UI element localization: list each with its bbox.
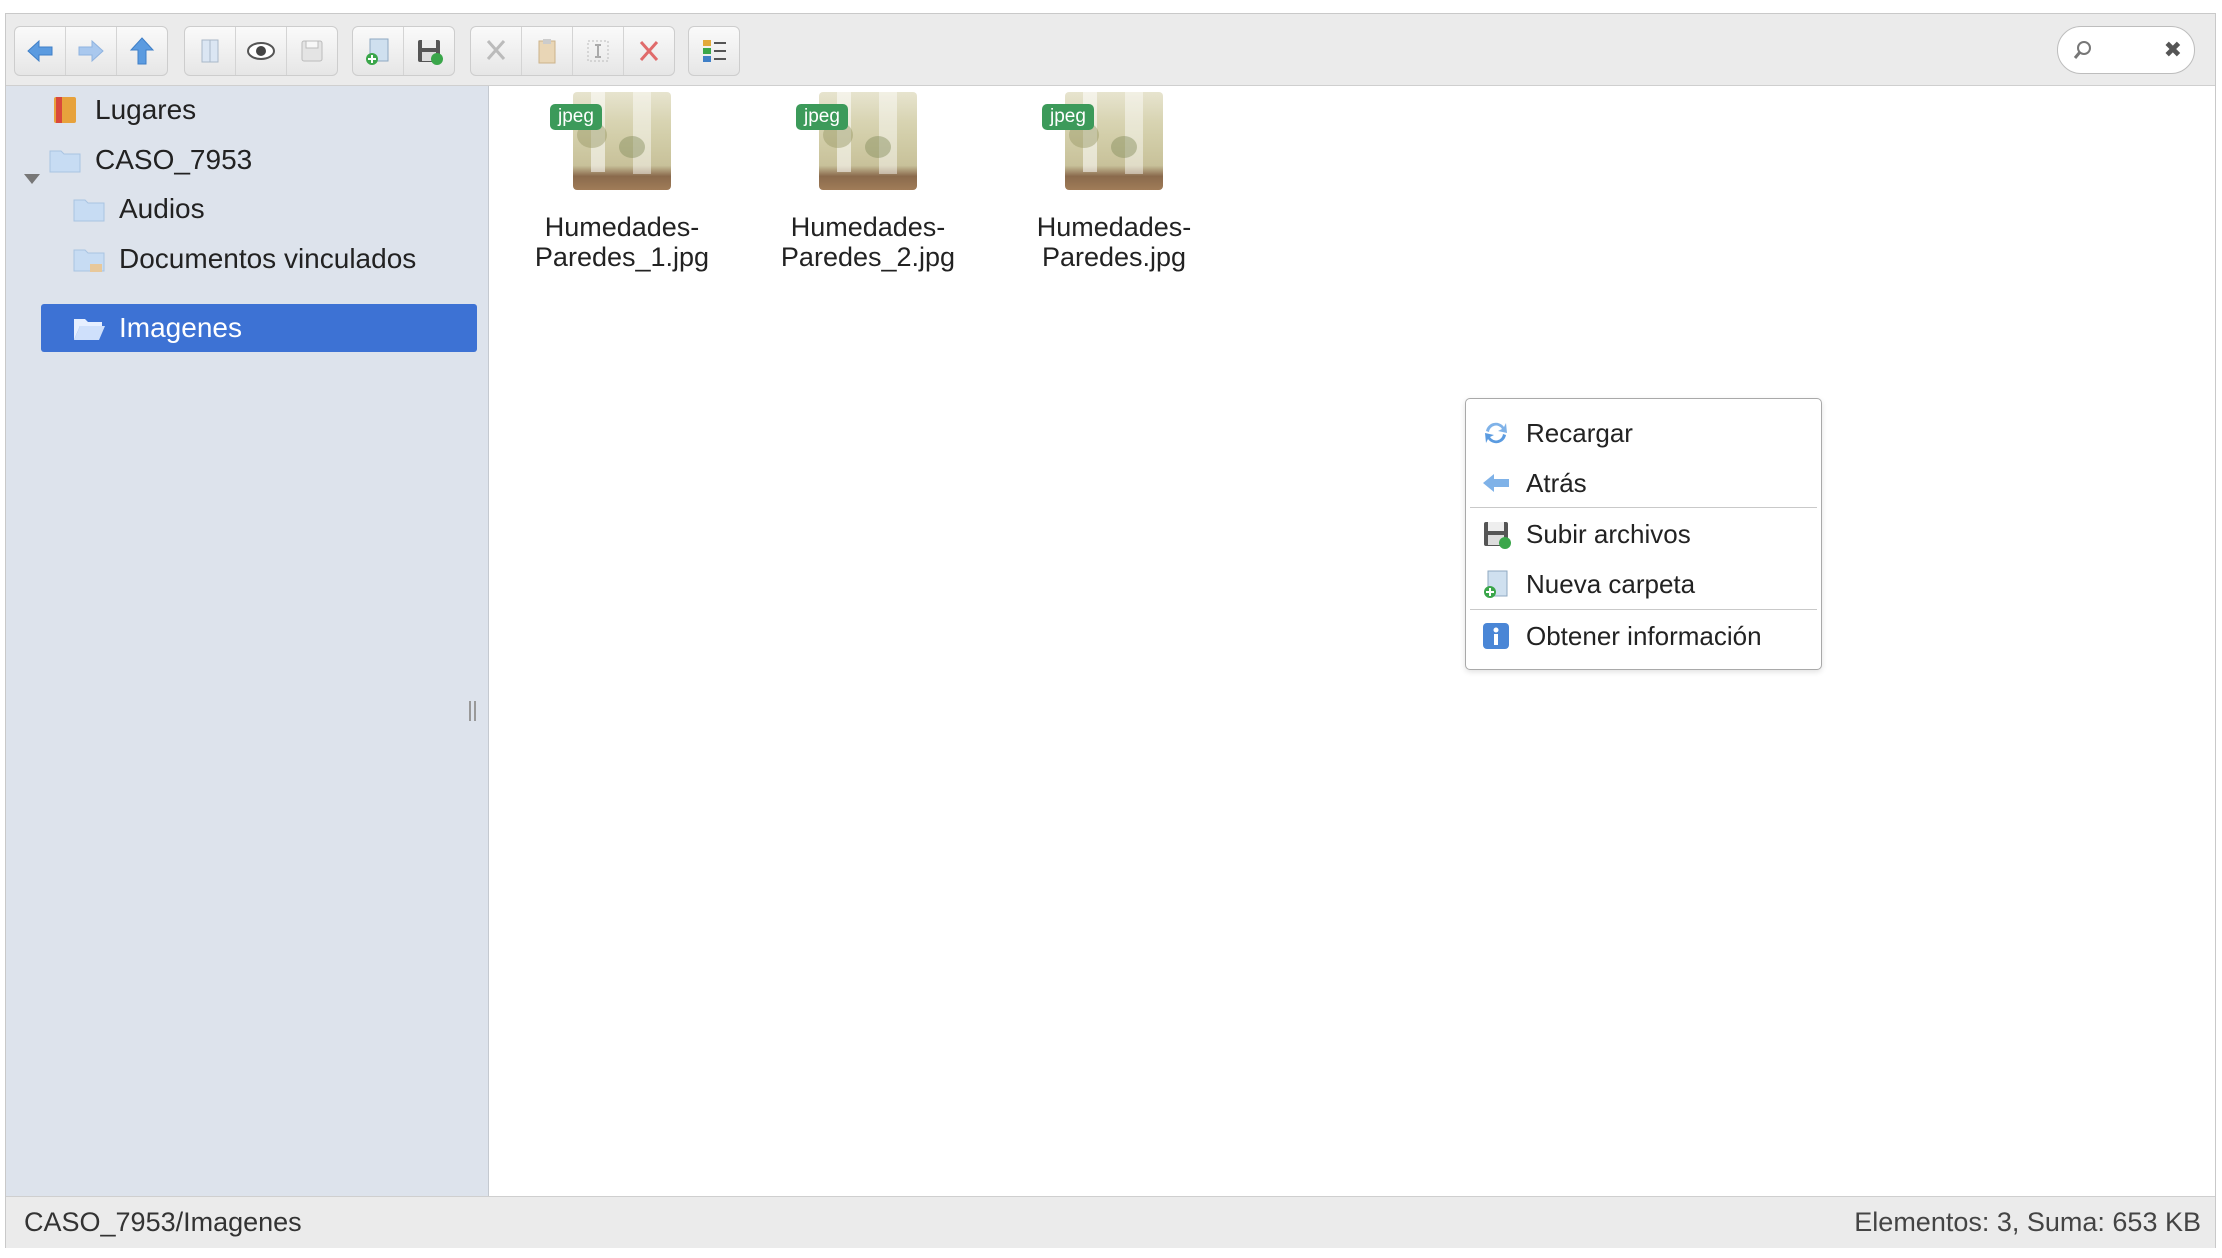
new-folder-button[interactable] (353, 27, 404, 75)
sidebar-item-caso-7953[interactable]: CASO_7953 (48, 136, 252, 184)
current-path: CASO_7953/Imagenes (24, 1207, 302, 1237)
file-name: Humedades- Paredes.jpg (1036, 212, 1192, 272)
paste-icon (538, 39, 556, 64)
menu-separator (1470, 609, 1817, 610)
file-name: Humedades- Paredes_2.jpg (780, 212, 956, 272)
sidebar-item-lugares[interactable]: Lugares (48, 86, 196, 134)
expand-caret-icon[interactable] (24, 174, 40, 184)
delete-icon (639, 41, 659, 61)
download-icon (301, 40, 323, 62)
sidebar-item-audios[interactable]: Audios (72, 185, 205, 233)
paste-button[interactable] (522, 27, 573, 75)
file-grid: jpeg Humedades- Paredes_1.jpg jpeg Humed… (489, 86, 2215, 1196)
open-icon (201, 39, 219, 63)
items-summary: Elementos: 3, Suma: 653 KB (1854, 1207, 2201, 1237)
open-folder-icon (74, 319, 105, 340)
sidebar-item-label: Imagenes (119, 312, 242, 343)
forward-button[interactable] (66, 27, 117, 75)
search-icon (2073, 41, 2091, 59)
upload-button[interactable] (404, 27, 454, 75)
upload-icon (1484, 522, 1511, 549)
file-item[interactable]: jpeg Humedades- Paredes.jpg (1004, 92, 1224, 272)
linked-folder-icon (73, 249, 105, 272)
menu-item-nueva-carpeta[interactable]: Nueva carpeta (1480, 562, 1810, 606)
delete-button[interactable] (624, 27, 674, 75)
file-name: Humedades- Paredes_1.jpg (534, 212, 710, 272)
new-folder-icon (1484, 570, 1508, 598)
clear-search-icon[interactable]: ✖ (2164, 37, 2182, 63)
sidebar-tree: Lugares CASO_7953 Audios Documentos vinc… (6, 86, 489, 1196)
rename-button[interactable] (573, 27, 624, 75)
sidebar-item-label: Lugares (95, 94, 197, 125)
list-view-icon (703, 40, 726, 62)
sidebar-item-label: Documentos vinculados (119, 243, 417, 274)
back-button[interactable] (15, 27, 66, 75)
file-item[interactable]: jpeg Humedades- Paredes_1.jpg (512, 92, 732, 272)
preview-button[interactable] (236, 27, 287, 75)
create-group (352, 26, 455, 76)
file-type-badge: jpeg (1042, 104, 1094, 130)
menu-separator (1470, 507, 1817, 508)
resize-handle[interactable] (469, 701, 476, 721)
menu-item-obtener-informacion[interactable]: Obtener información (1480, 614, 1810, 658)
reload-icon (1485, 422, 1507, 444)
menu-item-atras[interactable]: Atrás (1480, 461, 1810, 505)
cut-button[interactable] (471, 27, 522, 75)
file-type-badge: jpeg (550, 104, 602, 130)
upload-icon (418, 40, 443, 65)
sidebar-item-documentos-vinculados[interactable]: Documentos vinculados (72, 235, 416, 283)
open-button[interactable] (185, 27, 236, 75)
view-mode-button[interactable] (689, 27, 739, 75)
search-input[interactable]: ✖ (2057, 26, 2195, 74)
preview-eye-icon (247, 42, 275, 60)
download-button[interactable] (287, 27, 337, 75)
up-button[interactable] (117, 27, 167, 75)
file-manager-window: ✖ Lugares CASO_7953 Audios Documentos vi… (5, 13, 2216, 1248)
sidebar-item-label: Audios (119, 193, 205, 224)
file-type-badge: jpeg (796, 104, 848, 130)
info-icon (1483, 623, 1509, 649)
cut-icon (486, 40, 506, 60)
file-item[interactable]: jpeg Humedades- Paredes_2.jpg (758, 92, 978, 272)
sidebar-item-label: CASO_7953 (95, 144, 253, 175)
sidebar-item-imagenes[interactable]: Imagenes (41, 304, 477, 352)
back-icon (1483, 474, 1509, 492)
navigation-group (14, 26, 168, 76)
edit-group (470, 26, 675, 76)
context-menu: Recargar Atrás Subir archivos Nueva carp… (1465, 398, 1822, 670)
rename-icon (587, 40, 609, 62)
toolbar: ✖ (6, 14, 2215, 86)
status-bar: CASO_7953/Imagenes Elementos: 3, Suma: 6… (6, 1196, 2215, 1248)
back-arrow-icon (27, 39, 53, 63)
folder-icon (49, 150, 81, 173)
forward-arrow-icon (78, 39, 104, 63)
up-arrow-icon (129, 37, 155, 65)
folder-icon (73, 199, 105, 222)
file-actions-group (184, 26, 338, 76)
menu-item-subir-archivos[interactable]: Subir archivos (1480, 512, 1810, 556)
menu-item-recargar[interactable]: Recargar (1480, 411, 1810, 455)
view-group (688, 26, 740, 76)
new-folder-icon (366, 38, 389, 65)
places-icon (54, 97, 76, 123)
